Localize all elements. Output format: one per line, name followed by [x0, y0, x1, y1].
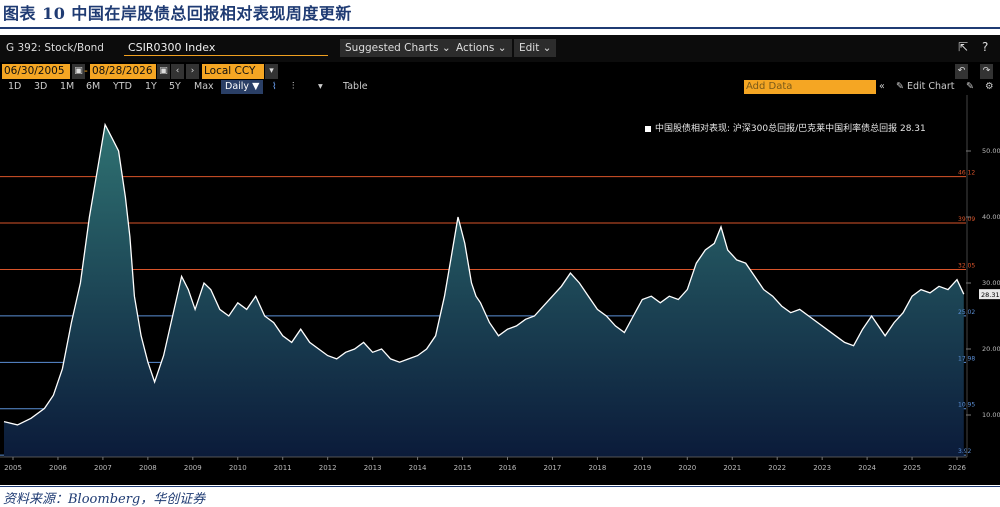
chart-area: 46.1239.0932.0525.0217.9810.953.92 10.00… — [0, 95, 1000, 472]
y-tick-label: 50.00 — [982, 147, 1000, 155]
x-tick-label: 2005 — [4, 464, 22, 472]
y-tick-label: 40.00 — [982, 213, 1000, 221]
x-tick-label: 2017 — [544, 464, 562, 472]
x-tick-label: 2021 — [723, 464, 741, 472]
x-tick-label: 2022 — [768, 464, 786, 472]
figure-title: 图表 10 中国在岸股债总回报相对表现周度更新 — [3, 4, 352, 23]
x-tick-label: 2012 — [319, 464, 337, 472]
x-tick-label: 2006 — [49, 464, 67, 472]
x-tick-label: 2013 — [364, 464, 382, 472]
y-tick-label: 20.00 — [982, 345, 1000, 353]
x-tick-label: 2024 — [858, 464, 876, 472]
x-tick-label: 2010 — [229, 464, 247, 472]
x-tick-label: 2014 — [409, 464, 427, 472]
y-tick-label: 10.00 — [982, 411, 1000, 419]
x-tick-label: 2009 — [184, 464, 202, 472]
x-tick-label: 2008 — [139, 464, 157, 472]
x-tick-label: 2019 — [633, 464, 651, 472]
source-rule — [0, 486, 1000, 487]
x-tick-label: 2020 — [678, 464, 696, 472]
bloomberg-terminal: G 392: Stock/Bond CSIR0300 Index Suggest… — [0, 35, 1000, 485]
x-tick-label: 2007 — [94, 464, 112, 472]
legend-entry: 中国股债相对表现: 沪深300总回报/巴克莱中国利率债总回报 28.31 — [655, 124, 926, 134]
last-value-label: 28.31 — [981, 291, 1000, 299]
x-tick-label: 2015 — [454, 464, 472, 472]
legend-swatch — [645, 125, 651, 132]
series-area — [4, 124, 964, 457]
x-tick-label: 2025 — [903, 464, 921, 472]
x-tick-label: 2018 — [588, 464, 606, 472]
reference-line-label: 3.92 — [958, 448, 972, 455]
x-tick-label: 2023 — [813, 464, 831, 472]
x-tick-label: 2016 — [499, 464, 517, 472]
chart-legend: 中国股债相对表现: 沪深300总回报/巴克莱中国利率债总回报 28.31 — [645, 121, 926, 134]
x-tick-label: 2026 — [948, 464, 966, 472]
x-tick-label: 2011 — [274, 464, 292, 472]
title-rule — [0, 27, 1000, 29]
source-note: 资料来源：Bloomberg，华创证券 — [3, 492, 206, 507]
y-tick-label: 30.00 — [982, 279, 1000, 287]
